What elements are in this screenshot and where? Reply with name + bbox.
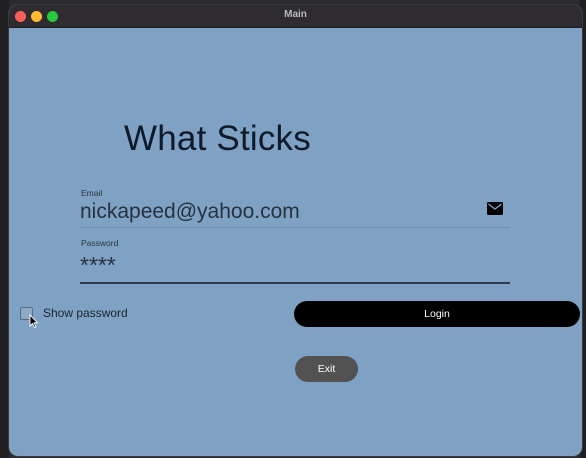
mouse-pointer-icon xyxy=(29,314,39,328)
main-window: Main What Sticks Email Password Show pas… xyxy=(9,5,582,456)
title-bar[interactable]: Main xyxy=(9,5,582,28)
show-password-label[interactable]: Show password xyxy=(43,306,128,320)
password-field[interactable] xyxy=(80,249,510,284)
login-button[interactable]: Login xyxy=(294,301,580,327)
password-label: Password xyxy=(81,238,119,248)
mail-icon xyxy=(487,202,503,215)
background-editor-left xyxy=(0,0,9,458)
app-heading: What Sticks xyxy=(124,119,311,158)
email-field[interactable] xyxy=(80,197,510,228)
exit-button[interactable]: Exit xyxy=(295,356,358,382)
login-form: What Sticks Email Password Show password… xyxy=(9,28,582,456)
window-title: Main xyxy=(284,9,307,20)
